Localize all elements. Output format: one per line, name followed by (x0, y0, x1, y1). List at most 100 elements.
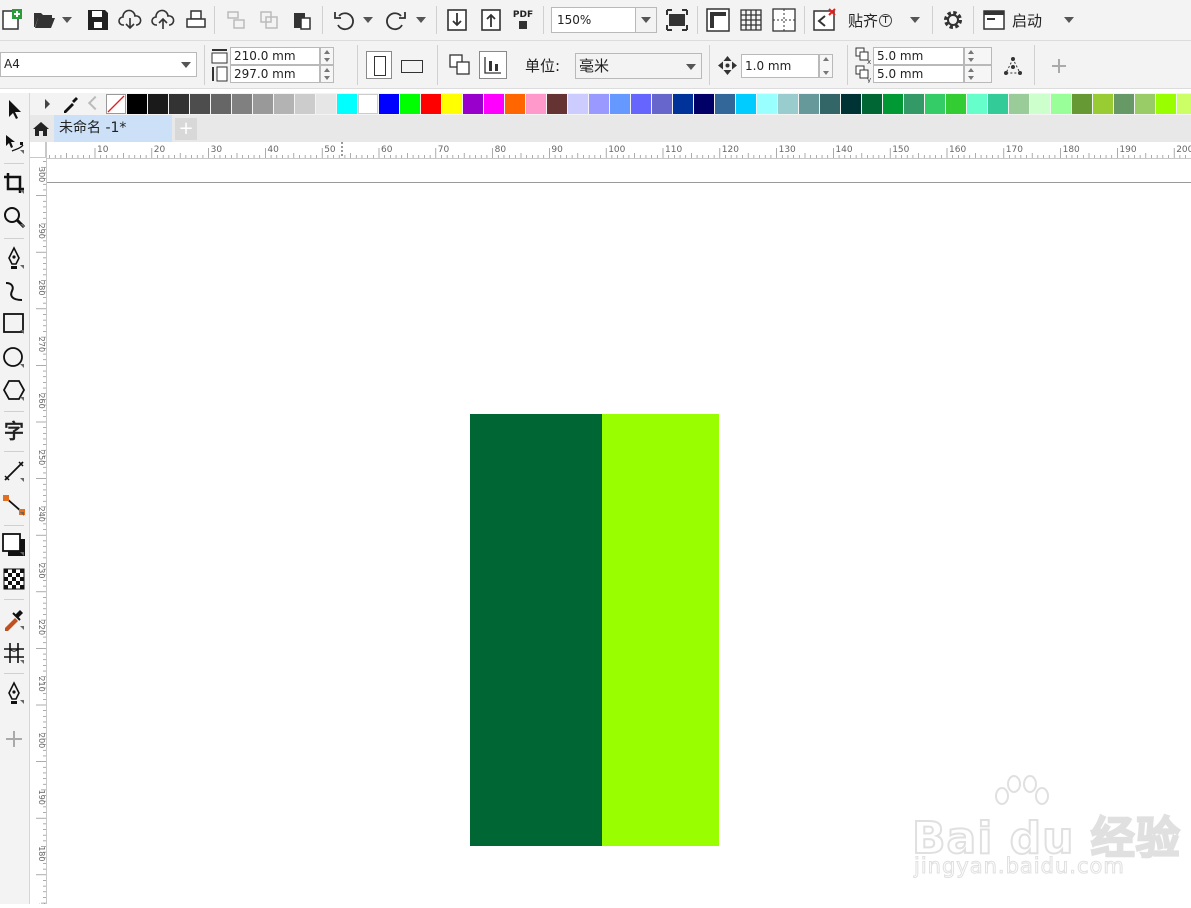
all-pages-icon[interactable] (449, 54, 471, 76)
color-swatch[interactable] (1030, 94, 1050, 114)
color-eyedropper-tool[interactable] (2, 607, 26, 631)
duplicate-y-input[interactable]: 5.0 mm (873, 65, 964, 83)
launch-dropdown-arrow[interactable] (1064, 17, 1074, 23)
cloud-download-icon[interactable] (118, 8, 142, 32)
copy-icon[interactable] (257, 8, 281, 32)
portrait-orientation-button[interactable] (366, 51, 392, 79)
save-icon[interactable] (86, 8, 110, 32)
color-swatch[interactable] (841, 94, 861, 114)
current-page-button[interactable] (479, 51, 507, 79)
smart-fill-tool[interactable] (2, 681, 26, 705)
color-swatch[interactable] (421, 94, 441, 114)
landscape-orientation-button[interactable] (401, 60, 423, 73)
document-tab[interactable]: 未命名 -1* (54, 115, 172, 142)
color-swatch[interactable] (757, 94, 777, 114)
transparency-tool[interactable] (2, 567, 26, 591)
color-swatch[interactable] (820, 94, 840, 114)
snap-to-dropdown-arrow[interactable] (910, 17, 920, 23)
color-swatch[interactable] (652, 94, 672, 114)
options-gear-icon[interactable] (941, 8, 965, 32)
color-swatch[interactable] (589, 94, 609, 114)
redo-dropdown-arrow[interactable] (416, 17, 426, 23)
color-swatch[interactable] (1156, 94, 1176, 114)
object-origin-icon[interactable] (1002, 55, 1024, 77)
zoom-tool[interactable] (2, 205, 26, 229)
color-swatch[interactable] (253, 94, 273, 114)
duplicate-x-input[interactable]: 5.0 mm (873, 47, 964, 65)
polygon-tool[interactable] (2, 378, 26, 402)
page-height-input[interactable]: 297.0 mm (230, 65, 320, 83)
export-icon[interactable] (479, 8, 503, 32)
color-swatch[interactable] (694, 94, 714, 114)
open-folder-icon[interactable] (32, 8, 56, 32)
color-swatch[interactable] (337, 94, 357, 114)
horizontal-ruler[interactable]: 10 20 30 40 50 60 70 80 90 100 110 120 130 140 150 160 1… (46, 142, 1191, 159)
color-swatch[interactable] (1177, 94, 1191, 114)
new-tab-button[interactable]: + (175, 118, 197, 140)
artistic-media-tool[interactable] (2, 279, 26, 303)
color-swatch[interactable] (673, 94, 693, 114)
color-swatch[interactable] (1114, 94, 1134, 114)
import-icon[interactable] (445, 8, 469, 32)
color-swatch[interactable] (358, 94, 378, 114)
cloud-upload-icon[interactable] (151, 8, 175, 32)
nudge-distance-input[interactable]: 1.0 mm (741, 54, 819, 78)
color-swatch[interactable] (904, 94, 924, 114)
color-swatch[interactable] (568, 94, 588, 114)
home-icon[interactable] (32, 120, 50, 138)
color-swatch[interactable] (778, 94, 798, 114)
interactive-fill-tool[interactable] (2, 641, 26, 665)
color-swatch[interactable] (379, 94, 399, 114)
color-swatch[interactable] (169, 94, 189, 114)
color-swatch[interactable] (988, 94, 1008, 114)
dimension-tool[interactable] (2, 459, 26, 483)
color-swatch[interactable] (862, 94, 882, 114)
page-width-spinner[interactable] (320, 47, 334, 65)
color-swatch[interactable] (295, 94, 315, 114)
text-tool[interactable]: 字 (2, 419, 26, 443)
color-swatch[interactable] (484, 94, 504, 114)
color-swatch[interactable] (274, 94, 294, 114)
color-swatch[interactable] (211, 94, 231, 114)
page-size-select[interactable]: A4 (0, 52, 197, 77)
open-dropdown-arrow[interactable] (62, 17, 72, 23)
palette-eyedropper-icon[interactable] (62, 95, 80, 113)
color-swatch[interactable] (799, 94, 819, 114)
no-color-swatch[interactable] (106, 94, 126, 114)
show-guidelines-icon[interactable] (772, 8, 796, 32)
rectangle-tool[interactable] (2, 311, 26, 335)
new-document-icon[interactable] (0, 8, 24, 32)
color-swatch[interactable] (442, 94, 462, 114)
publish-pdf-button[interactable]: PDF (510, 8, 536, 32)
show-rulers-icon[interactable] (706, 8, 730, 32)
duplicate-x-spinner[interactable] (964, 47, 992, 65)
color-swatch[interactable] (883, 94, 903, 114)
print-icon[interactable] (184, 8, 208, 32)
launch-window-icon[interactable] (982, 8, 1006, 32)
connector-tool[interactable] (2, 493, 26, 517)
dark-green-rectangle[interactable] (470, 414, 602, 846)
nudge-distance-spinner[interactable] (819, 54, 833, 78)
zoom-level-select[interactable]: 150% (551, 7, 657, 33)
color-swatch[interactable] (127, 94, 147, 114)
add-tool-button[interactable] (2, 727, 26, 751)
zoom-to-page-icon[interactable] (665, 8, 689, 32)
color-swatch[interactable] (1135, 94, 1155, 114)
duplicate-y-spinner[interactable] (964, 65, 992, 83)
units-select[interactable]: 毫米 (575, 53, 702, 79)
paste-icon[interactable] (290, 8, 314, 32)
color-swatch[interactable] (1051, 94, 1071, 114)
undo-icon[interactable] (332, 8, 356, 32)
launch-button[interactable]: 启动 (1012, 10, 1042, 30)
page-width-input[interactable]: 210.0 mm (230, 47, 320, 65)
freehand-tool[interactable] (2, 246, 26, 270)
shape-tool[interactable] (2, 131, 26, 155)
show-grid-icon[interactable] (739, 8, 763, 32)
color-swatch[interactable] (463, 94, 483, 114)
zoom-dropdown-button[interactable] (635, 8, 656, 32)
redo-icon[interactable] (384, 8, 408, 32)
crop-tool[interactable] (2, 171, 26, 195)
color-swatch[interactable] (631, 94, 651, 114)
palette-scroll-left[interactable] (87, 95, 103, 111)
snap-off-icon[interactable] (813, 8, 837, 32)
